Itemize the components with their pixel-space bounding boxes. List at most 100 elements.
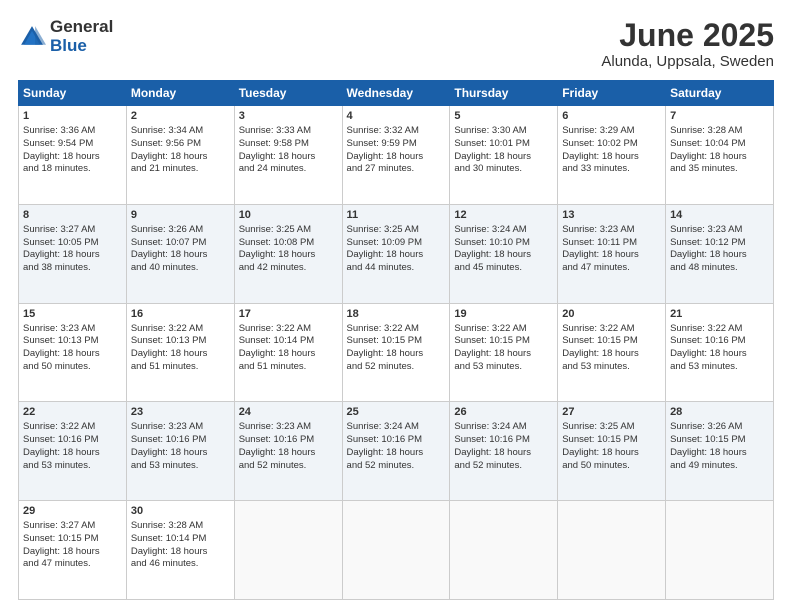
- day-info-line: Sunset: 10:14 PM: [239, 335, 338, 348]
- logo-icon: [18, 23, 46, 51]
- header-sunday: Sunday: [19, 81, 127, 106]
- day-info-line: Sunrise: 3:28 AM: [131, 520, 230, 533]
- day-info-line: Sunrise: 3:25 AM: [347, 224, 446, 237]
- day-info-line: Sunset: 10:16 PM: [131, 434, 230, 447]
- day-number: 11: [347, 208, 446, 223]
- calendar-day: 5Sunrise: 3:30 AMSunset: 10:01 PMDayligh…: [450, 106, 558, 205]
- day-info-line: Sunset: 10:14 PM: [131, 533, 230, 546]
- day-info-line: Daylight: 18 hours: [454, 447, 553, 460]
- calendar-day: 7Sunrise: 3:28 AMSunset: 10:04 PMDayligh…: [666, 106, 774, 205]
- calendar-day: 28Sunrise: 3:26 AMSunset: 10:15 PMDaylig…: [666, 402, 774, 501]
- day-info-line: and 27 minutes.: [347, 163, 446, 176]
- calendar-day: [234, 501, 342, 600]
- day-info-line: Sunset: 10:15 PM: [347, 335, 446, 348]
- calendar-day: 11Sunrise: 3:25 AMSunset: 10:09 PMDaylig…: [342, 204, 450, 303]
- calendar-day: [342, 501, 450, 600]
- day-number: 13: [562, 208, 661, 223]
- day-info-line: Daylight: 18 hours: [23, 546, 122, 559]
- day-info-line: Sunset: 10:16 PM: [670, 335, 769, 348]
- day-number: 2: [131, 109, 230, 124]
- calendar-day: [558, 501, 666, 600]
- day-info-line: Sunrise: 3:26 AM: [670, 421, 769, 434]
- calendar-day: 20Sunrise: 3:22 AMSunset: 10:15 PMDaylig…: [558, 303, 666, 402]
- day-number: 17: [239, 307, 338, 322]
- day-info-line: Sunset: 10:16 PM: [239, 434, 338, 447]
- calendar-day: 8Sunrise: 3:27 AMSunset: 10:05 PMDayligh…: [19, 204, 127, 303]
- logo-blue: Blue: [50, 37, 113, 56]
- day-info-line: Sunrise: 3:22 AM: [239, 323, 338, 336]
- day-info-line: and 51 minutes.: [239, 361, 338, 374]
- day-info-line: and 45 minutes.: [454, 262, 553, 275]
- day-info-line: Sunrise: 3:30 AM: [454, 125, 553, 138]
- day-number: 1: [23, 109, 122, 124]
- day-number: 15: [23, 307, 122, 322]
- day-info-line: Daylight: 18 hours: [131, 348, 230, 361]
- day-info-line: Daylight: 18 hours: [239, 249, 338, 262]
- title-block: June 2025 Alunda, Uppsala, Sweden: [601, 18, 774, 70]
- day-info-line: Daylight: 18 hours: [670, 249, 769, 262]
- day-info-line: Sunrise: 3:23 AM: [131, 421, 230, 434]
- day-info-line: Daylight: 18 hours: [454, 151, 553, 164]
- calendar-day: 23Sunrise: 3:23 AMSunset: 10:16 PMDaylig…: [126, 402, 234, 501]
- day-info-line: and 49 minutes.: [670, 460, 769, 473]
- day-number: 20: [562, 307, 661, 322]
- day-info-line: Sunrise: 3:23 AM: [23, 323, 122, 336]
- day-info-line: Daylight: 18 hours: [562, 249, 661, 262]
- day-info-line: Daylight: 18 hours: [347, 249, 446, 262]
- calendar-subtitle: Alunda, Uppsala, Sweden: [601, 53, 774, 70]
- day-number: 10: [239, 208, 338, 223]
- header-monday: Monday: [126, 81, 234, 106]
- day-info-line: Daylight: 18 hours: [23, 447, 122, 460]
- day-info-line: Daylight: 18 hours: [23, 151, 122, 164]
- calendar-day: 1Sunrise: 3:36 AMSunset: 9:54 PMDaylight…: [19, 106, 127, 205]
- calendar-day: 12Sunrise: 3:24 AMSunset: 10:10 PMDaylig…: [450, 204, 558, 303]
- day-info-line: Sunset: 10:16 PM: [454, 434, 553, 447]
- calendar-week-row: 22Sunrise: 3:22 AMSunset: 10:16 PMDaylig…: [19, 402, 774, 501]
- day-info-line: and 53 minutes.: [562, 361, 661, 374]
- calendar-day: 15Sunrise: 3:23 AMSunset: 10:13 PMDaylig…: [19, 303, 127, 402]
- day-info-line: and 47 minutes.: [23, 558, 122, 571]
- header: General Blue June 2025 Alunda, Uppsala, …: [18, 18, 774, 70]
- day-info-line: Daylight: 18 hours: [239, 151, 338, 164]
- calendar-day: 9Sunrise: 3:26 AMSunset: 10:07 PMDayligh…: [126, 204, 234, 303]
- calendar-day: 2Sunrise: 3:34 AMSunset: 9:56 PMDaylight…: [126, 106, 234, 205]
- day-info-line: Sunset: 10:02 PM: [562, 138, 661, 151]
- day-info-line: Sunrise: 3:29 AM: [562, 125, 661, 138]
- day-info-line: Sunset: 10:05 PM: [23, 237, 122, 250]
- day-info-line: Sunset: 10:12 PM: [670, 237, 769, 250]
- day-number: 26: [454, 405, 553, 420]
- day-number: 14: [670, 208, 769, 223]
- day-info-line: Sunset: 10:11 PM: [562, 237, 661, 250]
- calendar-day: 6Sunrise: 3:29 AMSunset: 10:02 PMDayligh…: [558, 106, 666, 205]
- day-info-line: Sunset: 10:01 PM: [454, 138, 553, 151]
- day-info-line: Sunrise: 3:24 AM: [454, 224, 553, 237]
- day-info-line: Daylight: 18 hours: [670, 151, 769, 164]
- day-number: 25: [347, 405, 446, 420]
- calendar-header-row: Sunday Monday Tuesday Wednesday Thursday…: [19, 81, 774, 106]
- day-info-line: Sunrise: 3:24 AM: [347, 421, 446, 434]
- calendar-week-row: 15Sunrise: 3:23 AMSunset: 10:13 PMDaylig…: [19, 303, 774, 402]
- calendar-day: 14Sunrise: 3:23 AMSunset: 10:12 PMDaylig…: [666, 204, 774, 303]
- day-info-line: Sunset: 10:04 PM: [670, 138, 769, 151]
- calendar-day: 25Sunrise: 3:24 AMSunset: 10:16 PMDaylig…: [342, 402, 450, 501]
- calendar-week-row: 29Sunrise: 3:27 AMSunset: 10:15 PMDaylig…: [19, 501, 774, 600]
- calendar-day: 29Sunrise: 3:27 AMSunset: 10:15 PMDaylig…: [19, 501, 127, 600]
- day-info-line: Sunrise: 3:27 AM: [23, 224, 122, 237]
- calendar-day: 13Sunrise: 3:23 AMSunset: 10:11 PMDaylig…: [558, 204, 666, 303]
- day-number: 4: [347, 109, 446, 124]
- day-info-line: Sunset: 10:16 PM: [347, 434, 446, 447]
- day-number: 21: [670, 307, 769, 322]
- day-info-line: Sunrise: 3:26 AM: [131, 224, 230, 237]
- day-info-line: and 47 minutes.: [562, 262, 661, 275]
- day-info-line: Daylight: 18 hours: [23, 348, 122, 361]
- day-number: 19: [454, 307, 553, 322]
- day-info-line: and 51 minutes.: [131, 361, 230, 374]
- day-info-line: Sunset: 10:13 PM: [131, 335, 230, 348]
- day-number: 18: [347, 307, 446, 322]
- day-info-line: and 52 minutes.: [347, 361, 446, 374]
- day-info-line: Daylight: 18 hours: [131, 249, 230, 262]
- day-info-line: Daylight: 18 hours: [670, 348, 769, 361]
- day-info-line: Sunrise: 3:34 AM: [131, 125, 230, 138]
- day-info-line: and 50 minutes.: [562, 460, 661, 473]
- day-info-line: Sunrise: 3:22 AM: [562, 323, 661, 336]
